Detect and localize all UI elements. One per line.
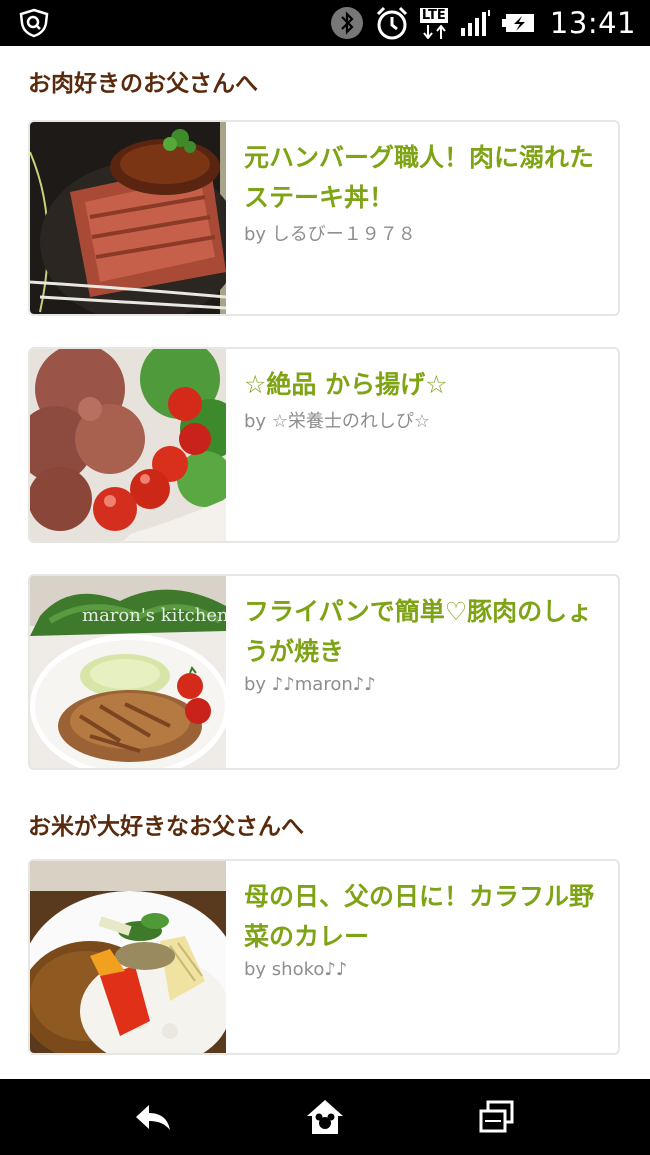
back-icon — [136, 1105, 170, 1130]
recipe-card-shogayaki[interactable]: maron's kitchen フライパンで簡単♡豚肉のしょうが焼き by ♪♪… — [28, 574, 620, 770]
home-button[interactable] — [303, 1097, 347, 1137]
home-icon — [307, 1100, 343, 1134]
back-button[interactable] — [131, 1097, 175, 1137]
recipe-image-shogayaki: maron's kitchen — [30, 576, 226, 768]
recipe-author: by ☆栄養士のれしぴ☆ — [244, 411, 431, 432]
navigation-bar — [0, 1079, 650, 1155]
recipe-author: by shoko♪♪ — [244, 959, 348, 980]
recipe-card-curry[interactable]: 母の日、父の日に！カラフル野菜のカレー by shoko♪♪ — [28, 859, 620, 1055]
recipe-list: お肉好きのお父さんへ 元ハンバーグ職人！肉に溺れたステーキ丼！ by しるびー１… — [0, 46, 650, 1079]
section-title-rice: お米が大好きなお父さんへ — [28, 814, 304, 840]
recent-apps-button[interactable] — [475, 1097, 519, 1137]
recipe-title[interactable]: ☆絶品 から揚げ☆ — [244, 365, 604, 405]
status-bar: LTE 13:41 — [0, 0, 650, 46]
recipe-image-steak-bowl — [30, 122, 226, 314]
image-watermark: maron's kitchen — [82, 605, 226, 626]
recipe-title[interactable]: 元ハンバーグ職人！肉に溺れたステーキ丼！ — [244, 138, 604, 218]
recipe-title[interactable]: 母の日、父の日に！カラフル野菜のカレー — [244, 877, 604, 957]
recipe-image-karaage — [30, 349, 226, 541]
section-title-meat: お肉好きのお父さんへ — [28, 71, 258, 97]
recipe-author: by しるびー１９７８ — [244, 224, 416, 245]
recipe-image-curry — [30, 861, 226, 1053]
bluetooth-icon — [330, 7, 363, 39]
alarm-icon — [376, 6, 407, 40]
lte-icon: LTE — [419, 5, 450, 41]
recent-apps-icon — [479, 1100, 514, 1133]
recipe-author: by ♪♪maron♪♪ — [244, 674, 376, 695]
signal-icon — [460, 10, 490, 36]
shield-search-icon — [19, 8, 49, 38]
battery-charging-icon — [501, 14, 534, 32]
recipe-card-steak-bowl[interactable]: 元ハンバーグ職人！肉に溺れたステーキ丼！ by しるびー１９７８ — [28, 120, 620, 316]
recipe-card-karaage[interactable]: ☆絶品 から揚げ☆ by ☆栄養士のれしぴ☆ — [28, 347, 620, 543]
recipe-title[interactable]: フライパンで簡単♡豚肉のしょうが焼き — [244, 592, 604, 672]
clock: 13:41 — [549, 6, 636, 40]
